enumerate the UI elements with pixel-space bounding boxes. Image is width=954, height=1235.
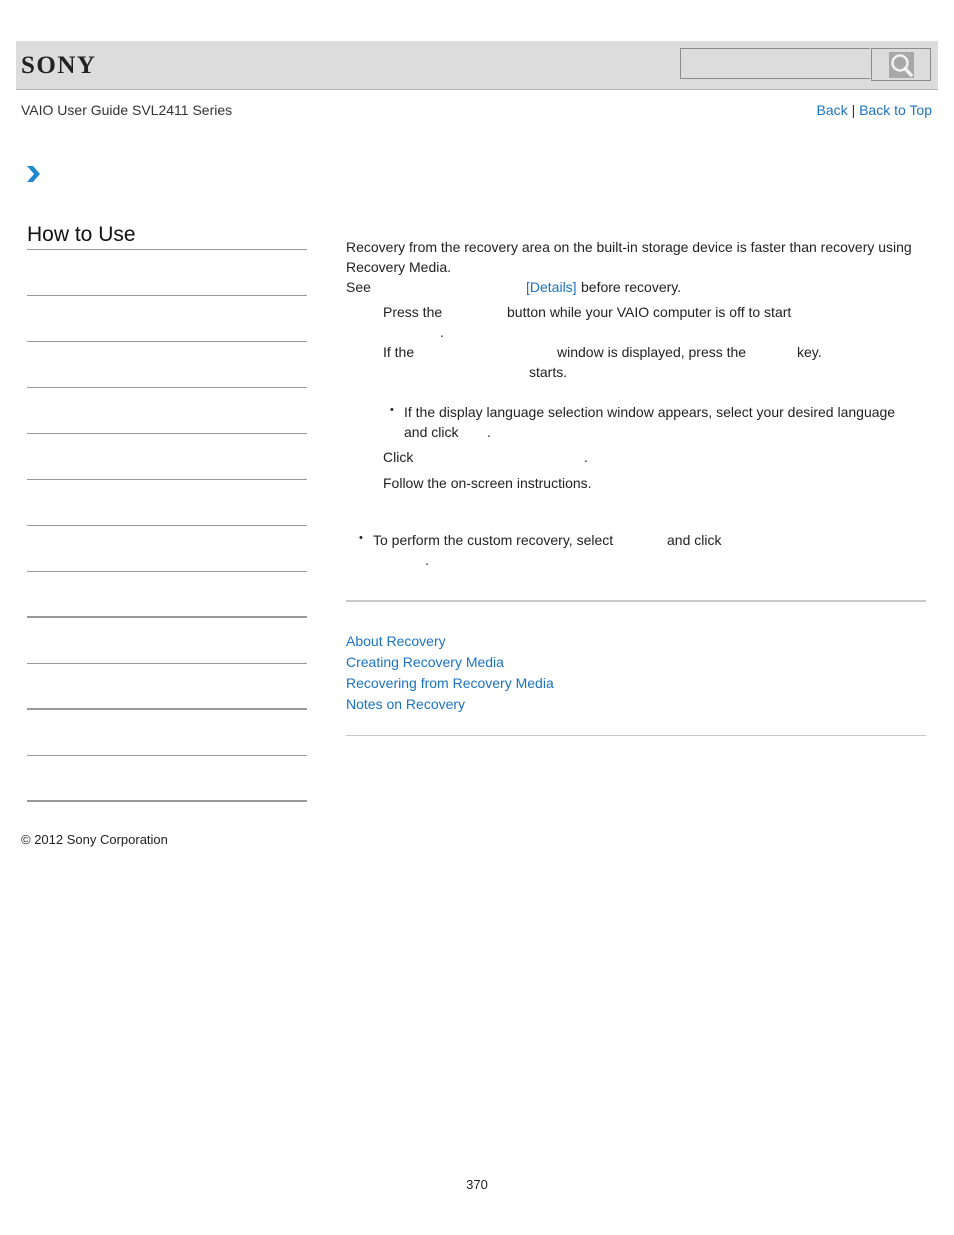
details-link[interactable]: [Details]: [526, 279, 577, 295]
related-link-creating-recovery-media[interactable]: Creating Recovery Media: [346, 654, 504, 670]
top-links: Back | Back to Top: [817, 102, 932, 118]
sidebar-item[interactable]: [27, 342, 307, 388]
intro-text-line1: Recovery from the recovery area on the b…: [346, 239, 912, 255]
see-suffix: before recovery.: [581, 279, 682, 295]
section-divider-bottom: [346, 735, 926, 736]
back-to-top-link[interactable]: Back to Top: [859, 102, 932, 118]
sidebar-item[interactable]: [27, 250, 307, 296]
step3-text-a: Click: [383, 449, 414, 465]
hint-text-a: To perform the custom recovery, select: [359, 532, 613, 548]
related-link-notes-on-recovery[interactable]: Notes on Recovery: [346, 696, 465, 712]
search-input[interactable]: [680, 48, 870, 79]
sidebar-item[interactable]: [27, 388, 307, 434]
step1-text-b: button while your VAIO computer is off t…: [507, 304, 792, 320]
sidebar-item[interactable]: [27, 572, 307, 618]
search-icon: [889, 52, 914, 78]
step2-text-c: key.: [797, 344, 822, 360]
see-prefix: See: [346, 279, 371, 295]
step2-text-d: starts.: [529, 364, 568, 380]
sidebar-item[interactable]: [27, 664, 307, 710]
sidebar-title: How to Use: [27, 221, 307, 250]
sony-logo: SONY: [21, 52, 97, 79]
search-button[interactable]: [871, 48, 931, 81]
chevron-right-icon[interactable]: [25, 165, 41, 183]
sidebar-item[interactable]: [27, 710, 307, 756]
link-separator: |: [851, 102, 856, 118]
step2-note-line2-a: and click: [404, 424, 459, 440]
copyright: © 2012 Sony Corporation: [21, 832, 168, 847]
back-link[interactable]: Back: [817, 102, 848, 118]
sidebar-item[interactable]: [27, 296, 307, 342]
step2-note-line1: If the display language selection window…: [390, 404, 895, 420]
sidebar-item[interactable]: [27, 480, 307, 526]
guide-title: VAIO User Guide SVL2411 Series: [21, 102, 233, 118]
step2-note-line2-b: .: [487, 424, 491, 440]
hint-text-b: and click: [667, 532, 722, 548]
page-number: 370: [466, 1177, 488, 1192]
step2-text-a: If the: [383, 344, 415, 360]
related-link-recovering-from-recovery-media[interactable]: Recovering from Recovery Media: [346, 675, 554, 691]
sidebar-item[interactable]: [27, 618, 307, 664]
step1-text-c: .: [440, 324, 444, 340]
step4-text: Follow the on-screen instructions.: [383, 475, 592, 491]
step3-text-b: .: [584, 449, 588, 465]
related-link-about-recovery[interactable]: About Recovery: [346, 633, 446, 649]
step2-text-b: window is displayed, press the: [557, 344, 747, 360]
sidebar: How to Use: [27, 221, 307, 802]
step1-text-a: Press the: [383, 304, 443, 320]
sidebar-item[interactable]: [27, 434, 307, 480]
sidebar-item[interactable]: [27, 526, 307, 572]
hint-text-c: .: [425, 552, 429, 568]
sidebar-item[interactable]: [27, 756, 307, 802]
intro-text-line2: Recovery Media.: [346, 259, 452, 275]
section-divider: [346, 600, 926, 602]
